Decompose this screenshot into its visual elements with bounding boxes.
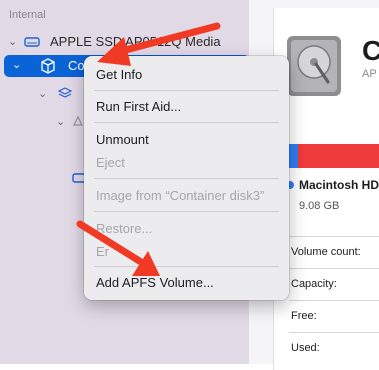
- context-menu: Get Info Run First Aid... Unmount Eject …: [84, 56, 289, 300]
- menu-item-eject: Eject: [96, 155, 125, 170]
- menu-separator: [94, 122, 279, 123]
- menu-item-image-from-container: Image from “Container disk3”: [96, 188, 265, 203]
- sidebar-item-apple-ssd[interactable]: APPLE SSD AP0512Q Media: [50, 34, 221, 49]
- menu-separator: [94, 90, 279, 91]
- usage-bar-other: [298, 144, 379, 168]
- sidebar-item-label: Co: [68, 58, 85, 73]
- menu-item-unmount[interactable]: Unmount: [96, 132, 149, 147]
- hard-drive-icon: [287, 36, 341, 96]
- usage-bar-used: [289, 144, 298, 168]
- container-icon: [41, 58, 55, 74]
- volume-size: 9.08 GB: [299, 200, 340, 212]
- chevron-down-icon[interactable]: ⌄: [8, 35, 17, 48]
- volume-name: Macintosh HD: [299, 178, 379, 192]
- disk-icon: [24, 37, 40, 47]
- menu-item-erase: Er: [96, 244, 109, 259]
- menu-item-add-apfs-volume[interactable]: Add APFS Volume...: [96, 275, 214, 290]
- section-label-internal: Internal: [9, 9, 46, 21]
- volume-icon: [73, 115, 83, 126]
- info-row-volume-count: Volume count:: [289, 236, 379, 268]
- chevron-down-icon[interactable]: ⌄: [38, 87, 47, 100]
- info-row-capacity: Capacity:: [289, 268, 379, 300]
- chevron-down-icon[interactable]: ⌄: [12, 58, 21, 71]
- info-row-free: Free:: [289, 300, 379, 332]
- menu-item-restore: Restore...: [96, 221, 153, 236]
- volume-title: C: [362, 35, 379, 66]
- menu-item-run-first-aid[interactable]: Run First Aid...: [96, 99, 181, 114]
- menu-separator: [94, 211, 279, 212]
- volume-stack-icon: [58, 87, 72, 98]
- menu-separator: [94, 266, 279, 267]
- chevron-down-icon[interactable]: ⌄: [56, 115, 65, 128]
- menu-item-get-info[interactable]: Get Info: [96, 67, 142, 82]
- menu-separator: [94, 178, 279, 179]
- volume-subtitle: AP: [362, 68, 377, 80]
- info-row-used: Used:: [289, 332, 379, 364]
